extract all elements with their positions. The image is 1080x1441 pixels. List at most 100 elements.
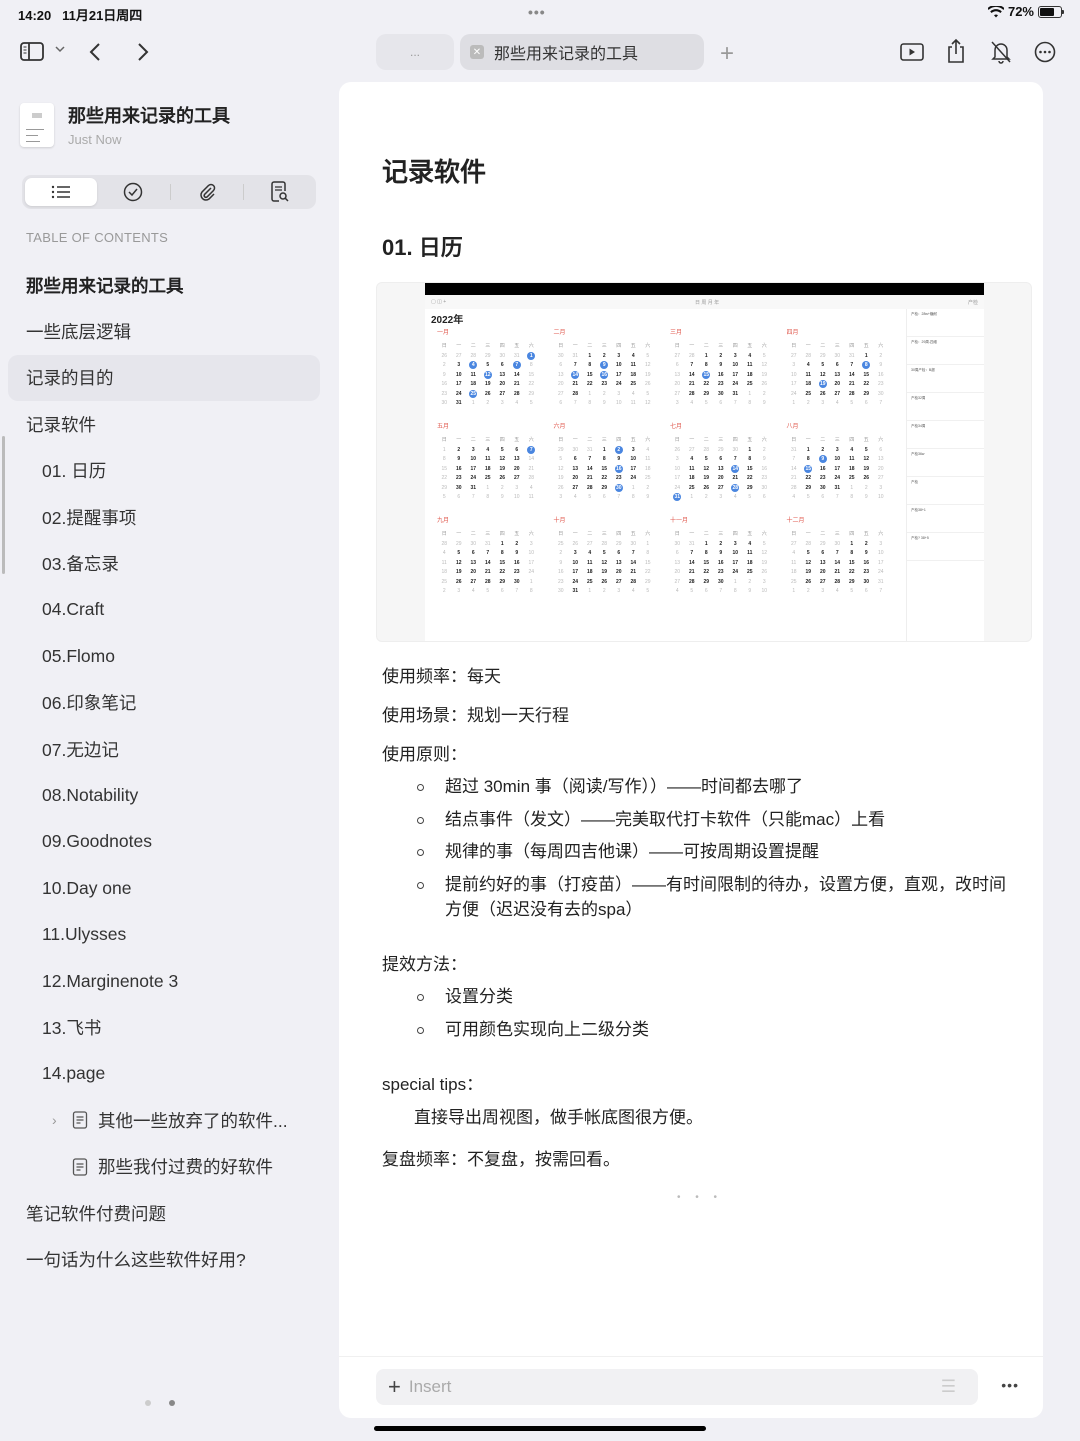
share-button[interactable] [946,38,966,64]
day-cell: 13 [674,371,681,378]
toc-item[interactable]: 05.Flomo [0,633,338,679]
toc-item[interactable]: 02.提醒事项 [0,494,338,540]
day-cell: 28 [470,352,477,359]
insert-input[interactable]: + Insert ☰ [376,1369,978,1405]
document-header[interactable]: 那些用来记录的工具 Just Now [20,102,230,147]
close-tab-icon[interactable]: ✕ [470,45,484,59]
more-options-button[interactable] [1034,41,1056,63]
day-cell: 19 [601,569,608,575]
toc-item[interactable]: 03.备忘录 [0,540,338,586]
day-cell: 24 [834,475,841,481]
calendar-screenshot-image[interactable]: ▢ ◫ + 日 周 月 年产检 2022年 一月日一二三四五六 26 27 28 29 30… [376,282,1032,642]
day-cell: 2 [602,588,606,594]
toc-item[interactable]: 那些用来记录的工具 [0,262,338,308]
toc-item[interactable]: 04.Craft [0,587,338,633]
weekday-label: 三 [718,437,724,443]
day-cell: 23 [761,475,768,481]
weekday-label: 日 [791,343,797,349]
search-document-button[interactable] [244,178,316,206]
toc-item[interactable]: 14.page [0,1051,338,1097]
day-cell: 3 [617,390,621,397]
day-cell: 16 [614,464,623,473]
toc-mode-button[interactable] [25,178,98,206]
day-cell: 7 [631,550,635,556]
day-cell: 4 [631,352,635,359]
toc-item[interactable]: 11.Ulysses [0,911,338,957]
multitask-handle[interactable]: ••• [528,4,546,20]
toc-item[interactable]: 一些底层逻辑 [0,308,338,354]
toc-item[interactable]: 笔记软件付费问题 [0,1190,338,1236]
present-button[interactable] [900,42,924,62]
toc-item[interactable]: 01. 日历 [0,448,338,494]
toc-item[interactable]: 一句话为什么这些软件好用? [0,1236,338,1282]
day-cell: 26 [703,484,710,491]
weekday-label: 三 [601,437,607,443]
chevron-right-icon[interactable]: › [52,1112,72,1128]
day-cell: 18 [644,465,651,472]
toc-item[interactable]: 09.Goodnotes [0,819,338,865]
toc-item[interactable]: 12.Marginenote 3 [0,958,338,1004]
drag-handle-icon[interactable]: ☰ [941,1377,956,1397]
page-indicator[interactable] [145,1400,175,1406]
calendar-event: 产检38+1 [907,505,984,533]
day-cell: 11 [441,559,447,566]
day-cell: 10 [834,456,841,462]
home-indicator[interactable] [374,1426,706,1431]
forward-button[interactable] [136,42,150,62]
day-cell: 20 [674,381,681,387]
day-cell: 5 [529,400,533,406]
toc-item-label: 09.Goodnotes [42,831,152,852]
day-cell: 26 [499,475,506,481]
day-cell: 5 [602,550,606,556]
calendar-month: 十月日一二三四五六 25 26 27 28 29 30 1 2 3 4 5 6 7 8 9 10 11 12 13 14… [554,515,671,595]
weekday-label: 日 [558,343,564,349]
day-cell: 18 [848,465,855,472]
day-cell: 11 [805,371,811,378]
weekday-label: 四 [849,343,855,349]
weekday-label: 一 [456,531,462,537]
day-cell: 10 [732,362,739,368]
day-cell: 4 [835,400,839,406]
toc-item[interactable]: 07.无边记 [0,726,338,772]
weekday-label: 二 [587,437,593,443]
day-cell: 13 [557,371,564,378]
day-cell: 17 [732,371,739,378]
day-cell: 9 [864,494,868,500]
chevron-down-icon[interactable] [54,44,66,54]
day-cell: 2 [559,550,563,556]
scrollbar[interactable] [2,436,5,574]
day-cell: 1 [471,400,475,406]
day-cell: 3 [457,362,461,368]
day-cell: 12 [557,465,564,472]
toolbar: ... ✕ 那些用来记录的工具 + [0,30,1080,76]
toc-item[interactable]: › 其他一些放弃了的软件... [0,1097,338,1143]
tab-previous[interactable]: ... [376,34,454,70]
day-cell: 30 [630,540,637,547]
toc-item[interactable]: 08.Notability [0,772,338,818]
day-cell: 17 [528,559,535,566]
day-cell: 26 [441,352,448,359]
notifications-button[interactable] [990,40,1012,64]
tab-current[interactable]: ✕ 那些用来记录的工具 [460,34,704,70]
toc-item[interactable]: 记录的目的 [8,354,320,402]
toc-item[interactable]: 13.飞书 [0,1004,338,1050]
sidebar-toggle-button[interactable] [20,42,46,62]
toc-item[interactable]: 记录软件 [0,401,338,447]
more-button[interactable]: ••• [1001,1377,1019,1393]
image-top-bar [425,283,984,295]
weekday-label: 五 [863,531,869,537]
attachments-mode-button[interactable] [171,178,243,206]
day-cell: 29 [703,578,710,585]
back-button[interactable] [88,42,102,62]
day-cell: 25 [805,390,812,397]
day-cell: 7 [879,400,883,406]
toc-item[interactable]: 10.Day one [0,865,338,911]
day-cell: 16 [761,465,768,472]
tasks-mode-button[interactable] [97,178,169,206]
weekday-label: 三 [485,531,491,537]
toc-item[interactable]: ›那些我付过费的好软件 [0,1143,338,1189]
day-cell: 10 [732,550,739,556]
new-tab-button[interactable]: + [720,40,734,68]
day-cell: 12 [483,370,492,379]
toc-item[interactable]: 06.印象笔记 [0,680,338,726]
